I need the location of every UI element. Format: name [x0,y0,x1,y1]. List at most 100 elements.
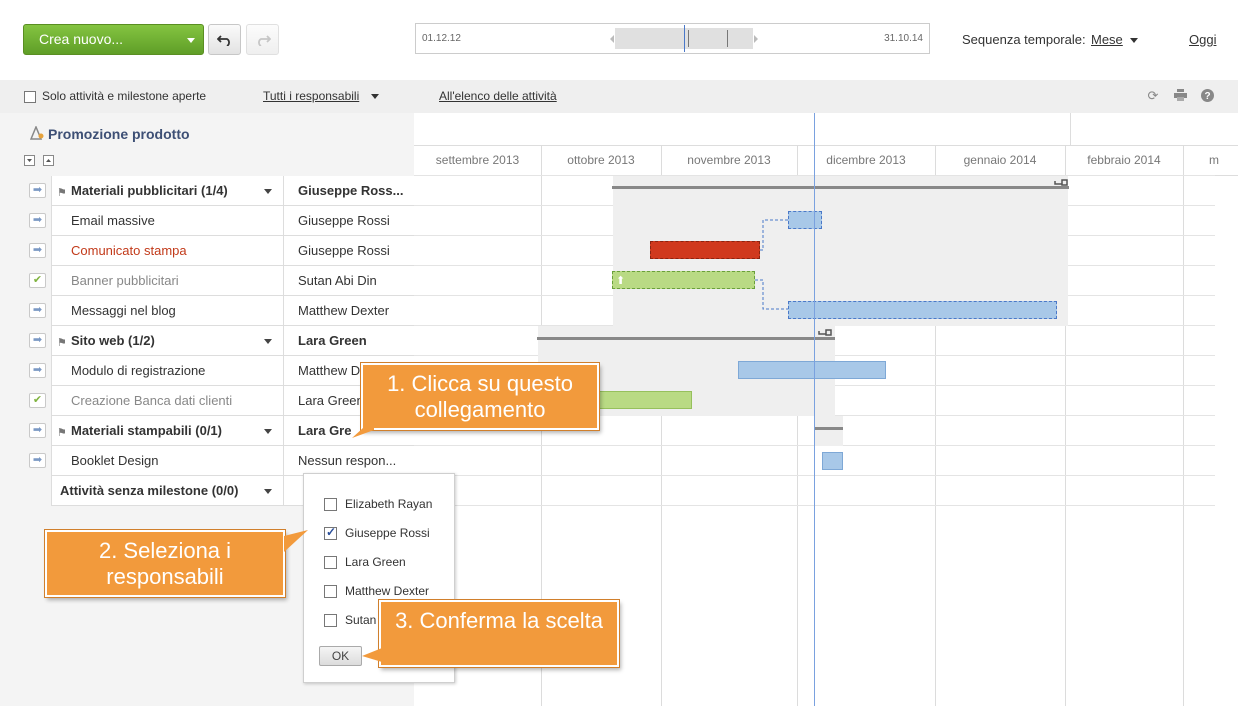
task-responsible[interactable]: Nessun respon... [284,446,414,476]
option-label[interactable]: Sutan [345,613,376,627]
chevron-down-icon[interactable] [1130,38,1138,43]
task-row[interactable]: ➡ Messaggi nel blog Matthew Dexter [23,296,414,326]
task-name[interactable]: Sito web (1/2) [52,326,284,356]
responsible-filter-link[interactable]: Tutti i responsabili [263,89,359,103]
chevron-down-icon[interactable] [264,489,272,494]
row-action-cell: ➡ [23,206,52,236]
callout-step3-pointer [362,648,382,662]
row-action-cell: ➡ [23,236,52,266]
callout-step2: 2. Seleziona i responsabili [45,530,285,597]
project-title[interactable]: Promozione prodotto [48,126,190,142]
create-new-button[interactable]: Crea nuovo... [23,24,204,55]
option-checkbox[interactable] [324,585,337,598]
arrow-right-icon[interactable]: ➡ [29,243,46,258]
task-name[interactable]: Messaggi nel blog [52,296,284,326]
task-responsible[interactable]: Giuseppe Rossi [284,206,414,236]
bar-messaggi-blog[interactable] [788,301,1057,319]
today-line [814,113,815,706]
task-responsible[interactable]: Matthew Dexter [284,296,414,326]
task-responsible[interactable]: Sutan Abi Din [284,266,414,296]
option-label[interactable]: Matthew Dexter [345,584,429,598]
task-name[interactable]: Banner pubblicitari [52,266,284,296]
task-row[interactable]: ➡ Booklet Design Nessun respon... [23,446,414,476]
slider-right-arrow-icon[interactable] [754,35,758,43]
chevron-down-icon[interactable] [371,94,379,99]
row-action-cell: ➡ [23,356,52,386]
slider-window[interactable] [615,25,753,52]
timeline-range-slider[interactable]: 01.12.12 31.10.14 [415,23,930,54]
arrow-right-icon[interactable]: ➡ [29,183,46,198]
task-row[interactable]: ➡ Comunicato stampa Giuseppe Rossi [23,236,414,266]
task-row[interactable]: ➡ Email massive Giuseppe Rossi [23,206,414,236]
option-checkbox[interactable] [324,556,337,569]
task-responsible[interactable]: Giuseppe Ross... [284,176,414,206]
option-checkbox[interactable] [324,498,337,511]
row-action-cell: ✔ [23,386,52,416]
option-label[interactable]: Lara Green [345,555,406,569]
option-label[interactable]: Elizabeth Rayan [345,497,432,511]
task-name[interactable]: Materiali stampabili (0/1) [52,416,284,446]
arrow-right-icon[interactable]: ➡ [29,213,46,228]
row-action-cell: ➡ [23,416,52,446]
open-only-checkbox[interactable] [24,91,36,103]
expand-all-icon[interactable] [43,155,54,166]
task-name[interactable]: Creazione Banca dati clienti [52,386,284,416]
task-name[interactable]: Email massive [52,206,284,236]
bar-banner-pubblicitari[interactable]: ⬆ [612,271,755,289]
task-row[interactable]: ✔ Creazione Banca dati clienti Lara Green [23,386,414,416]
slider-left-arrow-icon[interactable] [610,35,614,43]
slider-today-marker [684,25,685,52]
task-name[interactable]: Attività senza milestone (0/0) [52,476,284,506]
option-checkbox[interactable] [324,614,337,627]
callout-step3: 3. Conferma la scelta [379,600,619,667]
undo-button[interactable] [208,24,241,55]
flag-icon: ⚑ [57,427,67,439]
bar-modulo-registrazione[interactable] [738,361,886,379]
collapse-all-icon[interactable] [24,155,35,166]
task-responsible[interactable]: Giuseppe Rossi [284,236,414,266]
timeline-end-date: 31.10.14 [884,33,923,44]
chevron-down-icon[interactable] [264,339,272,344]
bar-comunicato-stampa[interactable] [650,241,760,259]
ok-button[interactable]: OK [319,646,362,666]
open-only-label[interactable]: Solo attività e milestone aperte [42,89,206,103]
slider-handle-right[interactable] [727,30,728,47]
task-name[interactable]: Materiali pubblicitari (1/4) [52,176,284,206]
bar-email-massive[interactable] [788,211,822,229]
today-link[interactable]: Oggi [1189,32,1216,47]
option-label[interactable]: Giuseppe Rossi [345,526,430,540]
slider-handle-left[interactable] [688,30,689,47]
task-name[interactable]: Booklet Design [52,446,284,476]
task-responsible[interactable]: Lara Green [284,326,414,356]
print-icon[interactable] [1173,89,1187,103]
arrow-right-icon[interactable]: ➡ [29,363,46,378]
chevron-down-icon[interactable] [264,429,272,434]
timeline-start-date: 01.12.12 [422,33,461,44]
arrow-right-icon[interactable]: ➡ [29,303,46,318]
callout-step3-text: 3. Conferma la scelta [395,608,603,633]
task-name[interactable]: Comunicato stampa [52,236,284,266]
task-row[interactable]: ➡ Modulo di registrazione Matthew D [23,356,414,386]
bar-booklet-design[interactable] [822,452,843,470]
arrow-right-icon[interactable]: ➡ [29,333,46,348]
check-icon[interactable]: ✔ [29,393,46,408]
all-tasks-link[interactable]: All'elenco delle attività [439,89,557,103]
redo-button[interactable] [246,24,279,55]
sequence-label: Sequenza temporale: [962,32,1086,47]
sequence-select[interactable]: Mese [1091,32,1123,47]
arrow-right-icon[interactable]: ➡ [29,423,46,438]
option-checkbox[interactable] [324,525,337,540]
top-toolbar: Crea nuovo... 01.12.12 31.10.14 Sequenza… [0,0,1238,80]
arrow-right-icon[interactable]: ➡ [29,453,46,468]
chevron-down-icon [187,38,195,43]
callout-step1: 1. Clicca su questo collegamento [361,363,599,430]
milestone-row[interactable]: ➡ Sito web (1/2) ⚑ Lara Green [23,326,414,356]
callout-step1-text: 1. Clicca su questo collegamento [387,371,573,422]
milestone-row[interactable]: ➡ Materiali pubblicitari (1/4) ⚑ Giuseppe R… [23,176,414,206]
help-icon[interactable]: ? [1200,89,1214,103]
task-name[interactable]: Modulo di registrazione [52,356,284,386]
refresh-icon[interactable]: ⟳ [1146,89,1160,103]
task-row[interactable]: ✔ Banner pubblicitari Sutan Abi Din [23,266,414,296]
chevron-down-icon[interactable] [264,189,272,194]
check-icon[interactable]: ✔ [29,273,46,288]
